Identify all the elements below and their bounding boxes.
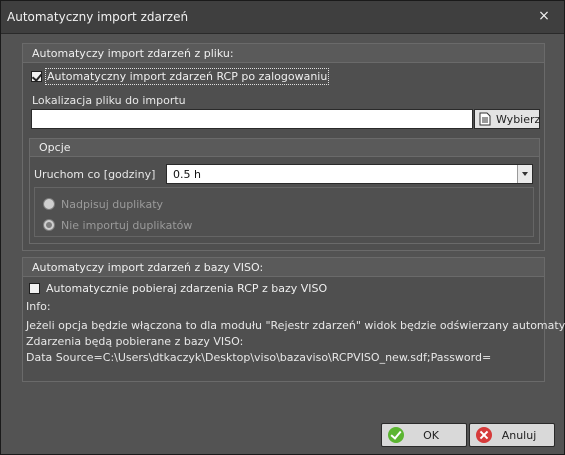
radio-overwrite-label: Nadpisuj duplikaty: [61, 198, 164, 211]
viso-import-header: Automatyczy import zdarzeń z bazy VISO:: [23, 258, 544, 277]
document-icon: [479, 112, 491, 126]
file-import-group: Automatyczy import zdarzeń z pliku: Auto…: [22, 43, 545, 251]
info-line-2: Zdarzenia będą pobierane z bazy VISO:: [26, 335, 244, 348]
viso-import-group: Automatyczy import zdarzeń z bazy VISO: …: [22, 257, 565, 382]
duplicates-radio-group: Nadpisuj duplikaty Nie importuj duplikat…: [34, 187, 534, 237]
auto-import-label[interactable]: Automatyczny import zdarzeń RCP po zalog…: [44, 68, 330, 85]
title-bar: Automatyczny import zdarzeń ×: [1, 1, 564, 34]
cancel-button[interactable]: Anuluj: [469, 423, 555, 447]
choose-file-label: Wybierz: [496, 113, 541, 126]
file-import-title: Automatyczy import zdarzeń z pliku:: [32, 47, 234, 60]
viso-fetch-label[interactable]: Automatycznie pobieraj zdarzenia RCP z b…: [46, 282, 327, 295]
auto-import-checkbox[interactable]: [31, 71, 42, 82]
file-import-header: Automatyczy import zdarzeń z pliku:: [23, 44, 544, 63]
choose-file-button[interactable]: Wybierz: [474, 109, 540, 129]
location-label: Lokalizacja pliku do importu: [32, 94, 186, 107]
viso-import-title: Automatyczy import zdarzeń z bazy VISO:: [32, 261, 264, 274]
location-input[interactable]: [31, 109, 473, 129]
options-group: Opcje Uruchom co [godziny] 0.5 h Nadpisu…: [29, 138, 540, 244]
info-line-3: Data Source=C:\Users\dtkaczyk\Desktop\vi…: [26, 351, 492, 364]
window-title: Automatyczny import zdarzeń: [7, 10, 189, 24]
radio-overwrite: [43, 198, 55, 210]
viso-fetch-checkbox[interactable]: [29, 283, 40, 294]
run-every-label: Uruchom co [godziny]: [34, 168, 156, 181]
ok-button[interactable]: OK: [381, 423, 467, 447]
radio-no-import-label: Nie importuj duplikatów: [61, 219, 193, 232]
cancel-label: Anuluj: [501, 429, 537, 442]
info-line-1: Jeżeli opcja będzie włączona to dla modu…: [26, 319, 565, 332]
chevron-down-icon[interactable]: [517, 165, 532, 183]
dialog-window: Automatyczny import zdarzeń × Automatycz…: [0, 0, 565, 455]
options-header: Opcje: [30, 139, 539, 157]
run-every-value: 0.5 h: [173, 168, 201, 181]
close-icon[interactable]: ×: [536, 8, 552, 24]
run-every-dropdown[interactable]: 0.5 h: [166, 164, 533, 184]
options-title: Opcje: [39, 141, 71, 154]
radio-no-import: [43, 219, 55, 231]
ok-label: OK: [423, 429, 439, 442]
info-title: Info:: [26, 300, 51, 313]
